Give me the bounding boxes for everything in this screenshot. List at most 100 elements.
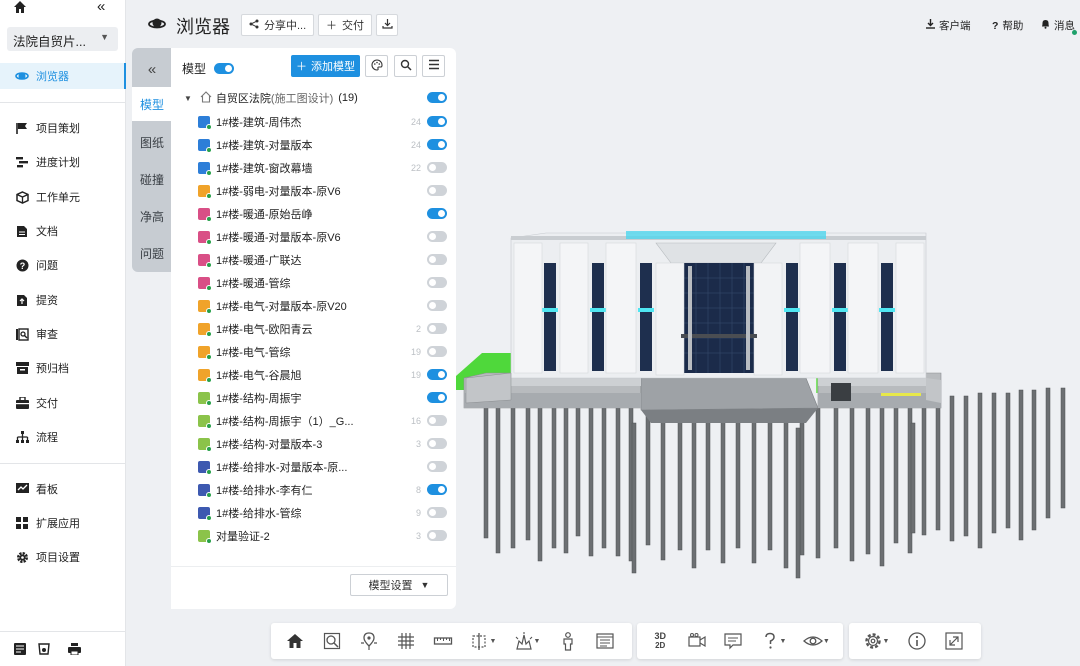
- add-model-button[interactable]: ＋ 添加模型: [291, 55, 360, 77]
- expand-triangle-icon[interactable]: ▼: [184, 94, 192, 103]
- model-row[interactable]: 1#楼-暖通-对量版本-原V6: [198, 227, 447, 247]
- model-row[interactable]: 1#楼-电气-欧阳青云 2: [198, 319, 447, 339]
- nav-item-issues[interactable]: ? 问题: [0, 252, 126, 278]
- nav-item-schedule[interactable]: 进度计划: [0, 149, 126, 175]
- nav-item-dashboard[interactable]: 看板: [0, 476, 126, 502]
- grid-button[interactable]: [388, 626, 423, 656]
- location-button[interactable]: [351, 626, 386, 656]
- client-button[interactable]: 客户端: [926, 18, 971, 33]
- model-visibility-toggle[interactable]: [427, 415, 447, 426]
- model-row[interactable]: 1#楼-建筑-对量版本 24: [198, 135, 447, 155]
- model-row[interactable]: 1#楼-电气-对量版本-原V20: [198, 296, 447, 316]
- model-row[interactable]: 1#楼-电气-管综 19: [198, 342, 447, 362]
- model-row[interactable]: 1#楼-弱电-对量版本-原V6: [198, 181, 447, 201]
- walkthrough-button[interactable]: [550, 626, 585, 656]
- model-row[interactable]: 1#楼-给排水-对量版本-原...: [198, 457, 447, 477]
- ruler-icon: [433, 637, 452, 645]
- model-row[interactable]: 1#楼-暖通-原始岳峥: [198, 204, 447, 224]
- 3d-viewport[interactable]: [456, 48, 1080, 618]
- model-visibility-toggle[interactable]: [427, 323, 447, 334]
- nav-item-planning[interactable]: 项目策划: [0, 115, 126, 141]
- tab-issues[interactable]: 问题: [132, 236, 172, 270]
- model-visibility-toggle[interactable]: [427, 438, 447, 449]
- 3d-2d-icon: 3D 2D: [654, 631, 666, 651]
- messages-button[interactable]: 消息: [1041, 18, 1077, 35]
- tab-drawings[interactable]: 图纸: [132, 125, 172, 159]
- model-row[interactable]: 1#楼-电气-谷晨旭 19: [198, 365, 447, 385]
- printer-icon[interactable]: [67, 642, 81, 656]
- model-visibility-toggle[interactable]: [427, 484, 447, 495]
- comment-button[interactable]: [716, 626, 750, 656]
- model-row[interactable]: 1#楼-建筑-周伟杰 24: [198, 112, 447, 132]
- nav-item-documents[interactable]: 文档: [0, 218, 126, 244]
- model-row[interactable]: 1#楼-给排水-李有仁 8: [198, 480, 447, 500]
- model-visibility-toggle[interactable]: [427, 392, 447, 403]
- model-row[interactable]: 1#楼-结构-对量版本-3 3: [198, 434, 447, 454]
- tab-clash[interactable]: 碰撞: [132, 162, 172, 196]
- model-row[interactable]: 1#楼-建筑-窗改幕墙 22: [198, 158, 447, 178]
- help-tool-button[interactable]: ▼: [752, 626, 793, 656]
- model-name: 1#楼-暖通-原始岳峥: [216, 209, 313, 221]
- nav-item-project-settings[interactable]: 项目设置: [0, 544, 126, 570]
- palette-button[interactable]: [365, 55, 388, 77]
- search-button[interactable]: [394, 55, 417, 77]
- view-mode-toggle-button[interactable]: 3D 2D: [643, 626, 677, 656]
- notes-icon[interactable]: [13, 642, 27, 656]
- model-visibility-toggle[interactable]: [427, 162, 447, 173]
- collapse-nav-icon[interactable]: «: [97, 0, 105, 15]
- menu-button[interactable]: [422, 55, 445, 77]
- download-button[interactable]: [376, 14, 398, 36]
- visibility-button[interactable]: ▼: [796, 626, 837, 656]
- root-visibility-toggle[interactable]: [427, 92, 447, 103]
- model-row[interactable]: 1#楼-暖通-广联达: [198, 250, 447, 270]
- model-visibility-toggle[interactable]: [427, 277, 447, 288]
- home-icon[interactable]: [13, 0, 27, 17]
- model-tree-root[interactable]: ▼ 自贸区法院 (施工图设计) (19): [184, 88, 447, 108]
- share-button[interactable]: 分享中...: [241, 14, 315, 36]
- model-row[interactable]: 1#楼-暖通-管综: [198, 273, 447, 293]
- model-row[interactable]: 1#楼-给排水-管综 9: [198, 503, 447, 523]
- model-row[interactable]: 1#楼-结构-周振宇: [198, 388, 447, 408]
- model-settings-button[interactable]: 模型设置 ▼: [350, 574, 448, 596]
- camera-button[interactable]: [679, 626, 713, 656]
- home-view-button[interactable]: [277, 626, 312, 656]
- nav-item-submit[interactable]: 提资: [0, 287, 126, 313]
- model-visibility-toggle[interactable]: [427, 346, 447, 357]
- zoom-fit-button[interactable]: [314, 626, 349, 656]
- measure-button[interactable]: [425, 626, 460, 656]
- model-visibility-toggle[interactable]: [427, 369, 447, 380]
- info-button[interactable]: [899, 626, 934, 656]
- model-visibility-toggle[interactable]: [427, 300, 447, 311]
- nav-item-pre-archive[interactable]: 预归档: [0, 355, 126, 381]
- model-visibility-toggle[interactable]: [427, 461, 447, 472]
- tab-model[interactable]: 模型: [132, 87, 172, 121]
- nav-item-work-unit[interactable]: 工作单元: [0, 184, 126, 210]
- collapse-panel-icon[interactable]: «: [132, 52, 172, 86]
- viewer-settings-button[interactable]: ▼: [855, 626, 897, 656]
- nav-item-flow[interactable]: 流程: [0, 424, 126, 450]
- model-visibility-toggle[interactable]: [427, 507, 447, 518]
- model-visibility-toggle[interactable]: [427, 530, 447, 541]
- recycle-bin-icon[interactable]: [37, 642, 51, 656]
- nav-item-deliver[interactable]: 交付: [0, 390, 126, 416]
- properties-button[interactable]: [587, 626, 622, 656]
- model-visibility-toggle[interactable]: [427, 208, 447, 219]
- project-selector[interactable]: 法院自贸片... ▼: [7, 27, 118, 51]
- model-visibility-toggle[interactable]: [427, 116, 447, 127]
- explode-button[interactable]: ▼: [506, 626, 548, 656]
- model-visibility-toggle[interactable]: [427, 139, 447, 150]
- model-row[interactable]: 对量验证-2 3: [198, 526, 447, 546]
- section-button[interactable]: ▼: [462, 626, 504, 656]
- nav-item-apps[interactable]: 扩展应用: [0, 510, 126, 536]
- tab-clearance[interactable]: 净高: [132, 199, 172, 233]
- model-master-toggle[interactable]: [214, 63, 235, 74]
- help-button[interactable]: ? 帮助: [992, 18, 1023, 33]
- model-row[interactable]: 1#楼-结构-周振宇（1）_G... 16: [198, 411, 447, 431]
- nav-item-review[interactable]: 审查: [0, 321, 126, 347]
- deliver-button[interactable]: ＋ 交付: [318, 14, 372, 36]
- nav-item-browser[interactable]: 浏览器: [0, 63, 126, 89]
- model-visibility-toggle[interactable]: [427, 254, 447, 265]
- fullscreen-button[interactable]: [936, 626, 971, 656]
- model-visibility-toggle[interactable]: [427, 185, 447, 196]
- model-visibility-toggle[interactable]: [427, 231, 447, 242]
